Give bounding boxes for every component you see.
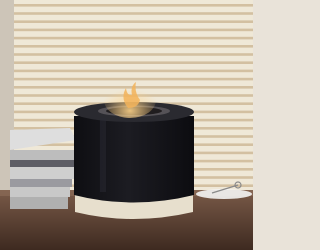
stacked-books: [10, 128, 76, 209]
blind-slat-shadow: [0, 53, 253, 56]
blind-slat-shadow: [0, 77, 253, 81]
blind-slat-shadow: [0, 20, 253, 23]
blind-slat-shadow: [0, 36, 253, 40]
blind-slat-shadow: [0, 61, 253, 64]
photo-illustration: [0, 0, 253, 250]
blind-slat-shadow: [0, 45, 253, 48]
photo-scene: [0, 0, 253, 250]
blind-slat-shadow: [0, 28, 253, 32]
blind-slat-shadow: [0, 12, 253, 15]
blind-slat-shadow: [0, 69, 253, 73]
blind-slat-shadow: [0, 4, 253, 7]
